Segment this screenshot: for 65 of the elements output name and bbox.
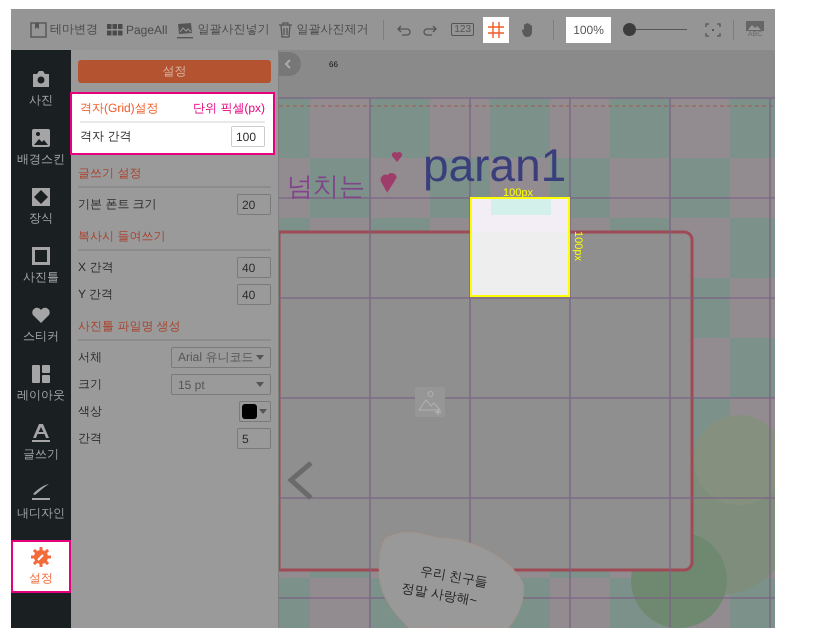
- field-label: 간격: [78, 430, 102, 447]
- field-label: X 간격: [78, 259, 114, 276]
- add-photo-icon: [415, 387, 445, 417]
- sidebar-item[interactable]: 스티커: [11, 298, 71, 351]
- title-text: 넘치는: [287, 171, 365, 201]
- text-icon: [31, 422, 51, 442]
- input-field[interactable]: 5: [237, 428, 271, 449]
- field-label: 격자 간격: [80, 128, 132, 145]
- chevron-left-icon: [284, 59, 291, 69]
- decoration-icon: [31, 186, 51, 206]
- input-field[interactable]: 40: [237, 284, 271, 305]
- sidebar-item[interactable]: 글쓰기: [11, 416, 71, 469]
- frame-icon: [31, 246, 51, 266]
- settings-header-button[interactable]: 설정: [78, 60, 271, 83]
- input-field[interactable]: 40: [237, 257, 271, 278]
- section-title: 글쓰기 설정: [78, 165, 271, 188]
- field-label: Y 간격: [78, 286, 114, 303]
- pen-icon: [31, 482, 51, 502]
- caret-icon: [256, 355, 264, 360]
- toolbar-button[interactable]: PageAll: [107, 22, 168, 36]
- zoom-field[interactable]: 100%: [566, 16, 612, 42]
- grid-icon: [488, 22, 504, 38]
- grid-spacing-input[interactable]: 100: [231, 126, 265, 147]
- sidebar-item[interactable]: 설정: [11, 540, 71, 593]
- sidebar-item[interactable]: 레이아웃: [11, 357, 71, 410]
- unit-label: 단위 픽셀(px): [193, 100, 265, 117]
- layout-icon: [31, 364, 51, 384]
- undo-icon: [396, 24, 412, 36]
- color-picker[interactable]: [239, 401, 271, 422]
- field-label: 기본 폰트 크기: [78, 196, 157, 213]
- sidebar-item[interactable]: 내디자인: [11, 475, 71, 528]
- trash-icon: [278, 21, 294, 38]
- sidebar-item[interactable]: 사진: [11, 62, 71, 115]
- toolbar-button[interactable]: 일괄사진넣기: [176, 20, 270, 38]
- zoom-slider-thumb[interactable]: [623, 23, 636, 36]
- camera-icon: [31, 68, 51, 88]
- grid-icon: [107, 24, 123, 36]
- ruler-label: 66: [329, 60, 338, 69]
- heart-doodle-icon: [392, 152, 402, 162]
- field-label: 크기: [78, 376, 102, 393]
- fit-screen-icon[interactable]: [705, 22, 722, 36]
- grid-settings-title: 격자(Grid)설정: [80, 100, 159, 117]
- caret-icon: [259, 409, 267, 414]
- image-icon: [746, 21, 764, 31]
- section-title: 복사시 들여쓰기: [78, 228, 271, 251]
- field-label: 색상: [78, 403, 102, 420]
- sidebar-item[interactable]: 장식: [11, 180, 71, 233]
- heart-doodle-icon: [380, 173, 397, 193]
- field-label: 서체: [78, 349, 102, 366]
- toolbar-button[interactable]: 일괄사진제거: [278, 21, 368, 38]
- book-icon: [30, 22, 47, 38]
- photo-icon: [176, 20, 194, 38]
- sidebar-item[interactable]: 사진틀: [11, 239, 71, 292]
- input-field[interactable]: 20: [237, 194, 271, 215]
- grid-toggle[interactable]: [483, 16, 510, 42]
- toolbar-button[interactable]: 테마변경: [30, 21, 98, 38]
- dropdown[interactable]: Arial 유니코드: [171, 347, 271, 368]
- section-title: 사진틀 파일명 생성: [78, 318, 271, 341]
- picture-icon: [31, 128, 51, 148]
- caret-icon: [256, 382, 264, 387]
- sidebar-item[interactable]: 배경스킨: [11, 121, 71, 174]
- height-label: 100px: [572, 231, 584, 261]
- gear-icon: [31, 546, 51, 566]
- dropdown[interactable]: 15 pt: [171, 374, 271, 395]
- redo-icon: [422, 24, 438, 36]
